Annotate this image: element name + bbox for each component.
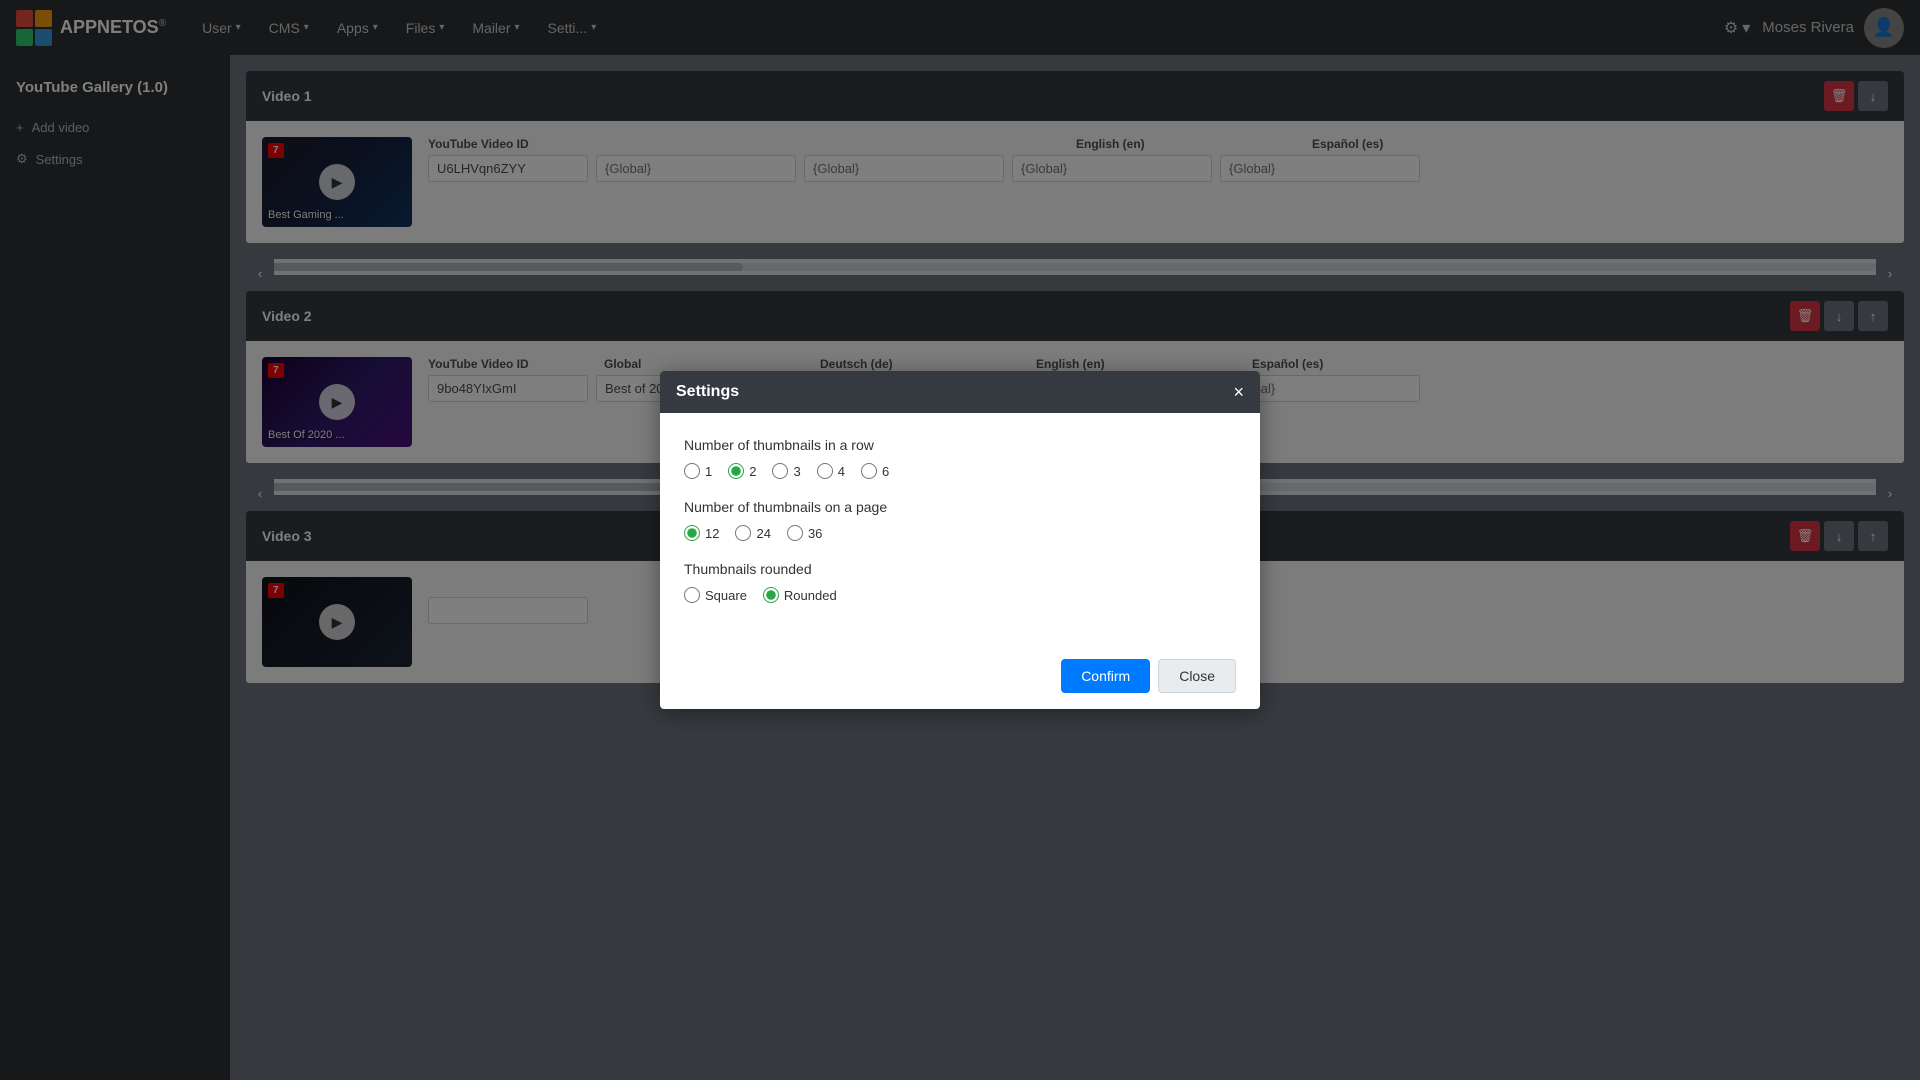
confirm-button[interactable]: Confirm [1061, 659, 1150, 693]
thumbnails-rounded-section: Thumbnails rounded Square Rounded [684, 561, 1236, 603]
radio-page-12[interactable]: 12 [684, 525, 719, 541]
thumbnails-row-section: Number of thumbnails in a row 1 2 3 4 [684, 437, 1236, 479]
radio-page-24-input[interactable] [735, 525, 751, 541]
thumbnails-page-label: Number of thumbnails on a page [684, 499, 1236, 515]
radio-row-6[interactable]: 6 [861, 463, 889, 479]
radio-page-36[interactable]: 36 [787, 525, 822, 541]
thumbnails-page-radio-group: 12 24 36 [684, 525, 1236, 541]
settings-modal: Settings × Number of thumbnails in a row… [660, 371, 1260, 709]
radio-row-1[interactable]: 1 [684, 463, 712, 479]
radio-page-24[interactable]: 24 [735, 525, 770, 541]
thumbnails-page-section: Number of thumbnails on a page 12 24 36 [684, 499, 1236, 541]
radio-row-2-input[interactable] [728, 463, 744, 479]
radio-page-12-input[interactable] [684, 525, 700, 541]
thumbnails-row-label: Number of thumbnails in a row [684, 437, 1236, 453]
thumbnails-rounded-radio-group: Square Rounded [684, 587, 1236, 603]
radio-page-36-input[interactable] [787, 525, 803, 541]
radio-square[interactable]: Square [684, 587, 747, 603]
radio-row-3[interactable]: 3 [772, 463, 800, 479]
radio-rounded[interactable]: Rounded [763, 587, 837, 603]
close-button[interactable]: Close [1158, 659, 1236, 693]
radio-row-4[interactable]: 4 [817, 463, 845, 479]
modal-body: Number of thumbnails in a row 1 2 3 4 [660, 413, 1260, 647]
radio-rounded-input[interactable] [763, 587, 779, 603]
radio-row-1-input[interactable] [684, 463, 700, 479]
modal-footer: Confirm Close [660, 647, 1260, 709]
modal-close-x-button[interactable]: × [1233, 383, 1244, 401]
radio-row-4-input[interactable] [817, 463, 833, 479]
radio-row-3-input[interactable] [772, 463, 788, 479]
radio-square-input[interactable] [684, 587, 700, 603]
modal-title: Settings [676, 383, 739, 401]
radio-row-2[interactable]: 2 [728, 463, 756, 479]
radio-row-6-input[interactable] [861, 463, 877, 479]
thumbnails-row-radio-group: 1 2 3 4 6 [684, 463, 1236, 479]
modal-overlay: Settings × Number of thumbnails in a row… [0, 0, 1920, 1080]
thumbnails-rounded-label: Thumbnails rounded [684, 561, 1236, 577]
modal-header: Settings × [660, 371, 1260, 413]
